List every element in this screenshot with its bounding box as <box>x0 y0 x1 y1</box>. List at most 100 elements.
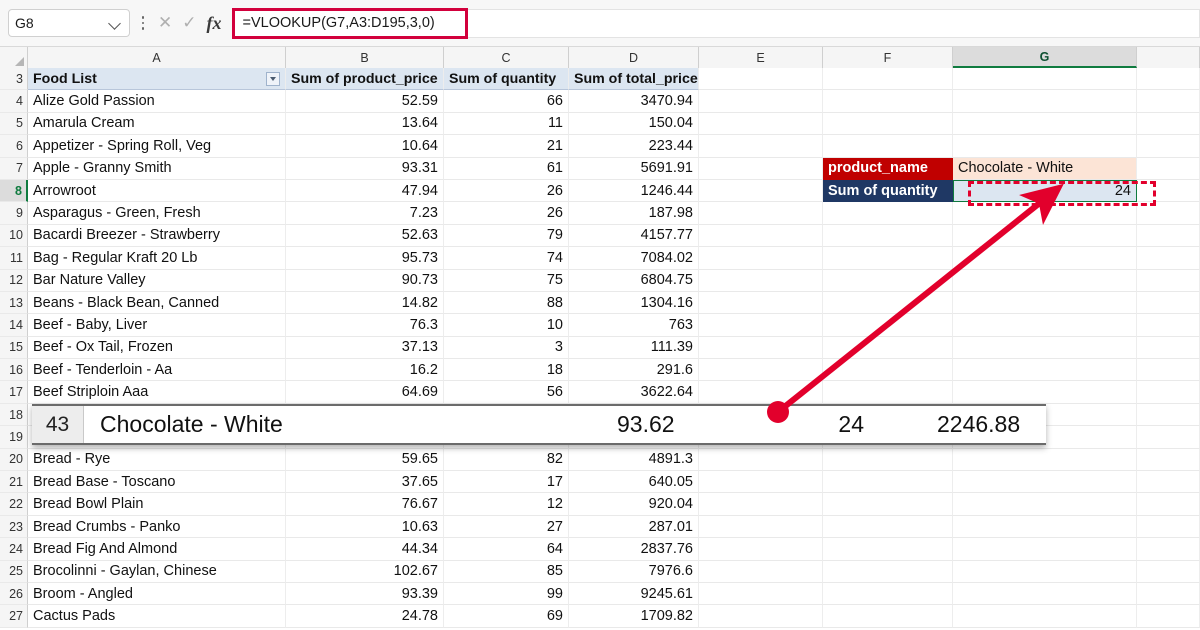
cell-f14[interactable] <box>823 314 953 336</box>
cell-c25[interactable]: 85 <box>444 561 569 583</box>
cell-e4[interactable] <box>699 90 823 112</box>
check-icon[interactable]: ✓ <box>182 13 196 33</box>
cell-h9[interactable] <box>1137 202 1200 224</box>
cell-e15[interactable] <box>699 337 823 359</box>
cell-d4[interactable]: 3470.94 <box>569 90 699 112</box>
cell-a25[interactable]: Brocolinni - Gaylan, Chinese <box>28 561 286 583</box>
row-header-25[interactable]: 25 <box>0 561 28 583</box>
cell-g23[interactable] <box>953 516 1137 538</box>
cell-e9[interactable] <box>699 202 823 224</box>
more-options-icon[interactable] <box>134 9 152 37</box>
cell-f6[interactable] <box>823 135 953 157</box>
cell-b22[interactable]: 76.67 <box>286 493 444 515</box>
cell-c4[interactable]: 66 <box>444 90 569 112</box>
cell-b9[interactable]: 7.23 <box>286 202 444 224</box>
cell-e27[interactable] <box>699 605 823 627</box>
cell-c16[interactable]: 18 <box>444 359 569 381</box>
cell-b27[interactable]: 24.78 <box>286 605 444 627</box>
cell-b6[interactable]: 10.64 <box>286 135 444 157</box>
cell-d27[interactable]: 1709.82 <box>569 605 699 627</box>
cell-f21[interactable] <box>823 471 953 493</box>
column-header-d[interactable]: D <box>569 47 699 68</box>
cell-h8[interactable] <box>1137 180 1200 202</box>
cell-g20[interactable] <box>953 449 1137 471</box>
column-header-a[interactable]: A <box>28 47 286 68</box>
cell-b26[interactable]: 93.39 <box>286 583 444 605</box>
cell-h7[interactable] <box>1137 158 1200 180</box>
cell-d13[interactable]: 1304.16 <box>569 292 699 314</box>
column-header-c[interactable]: C <box>444 47 569 68</box>
cell-c5[interactable]: 11 <box>444 113 569 135</box>
cell-g24[interactable] <box>953 538 1137 560</box>
row-header-6[interactable]: 6 <box>0 135 28 157</box>
cell-e14[interactable] <box>699 314 823 336</box>
cell-g11[interactable] <box>953 247 1137 269</box>
cell-b21[interactable]: 37.65 <box>286 471 444 493</box>
cell-d15[interactable]: 111.39 <box>569 337 699 359</box>
cell-d11[interactable]: 7084.02 <box>569 247 699 269</box>
cell-b5[interactable]: 13.64 <box>286 113 444 135</box>
cell-b14[interactable]: 76.3 <box>286 314 444 336</box>
cell-b4[interactable]: 52.59 <box>286 90 444 112</box>
cell-a24[interactable]: Bread Fig And Almond <box>28 538 286 560</box>
cell-e3[interactable] <box>699 68 823 90</box>
cell-b8[interactable]: 47.94 <box>286 180 444 202</box>
cell-d23[interactable]: 287.01 <box>569 516 699 538</box>
cell-c14[interactable]: 10 <box>444 314 569 336</box>
cell-h6[interactable] <box>1137 135 1200 157</box>
cell-a11[interactable]: Bag - Regular Kraft 20 Lb <box>28 247 286 269</box>
filter-dropdown-icon[interactable] <box>266 72 280 86</box>
cell-c22[interactable]: 12 <box>444 493 569 515</box>
cell-h22[interactable] <box>1137 493 1200 515</box>
cell-h17[interactable] <box>1137 381 1200 403</box>
cell-c23[interactable]: 27 <box>444 516 569 538</box>
cell-a17[interactable]: Beef Striploin Aaa <box>28 381 286 403</box>
cell-d25[interactable]: 7976.6 <box>569 561 699 583</box>
row-header-23[interactable]: 23 <box>0 516 28 538</box>
cell-b16[interactable]: 16.2 <box>286 359 444 381</box>
cell-f4[interactable] <box>823 90 953 112</box>
cell-h14[interactable] <box>1137 314 1200 336</box>
cell-g12[interactable] <box>953 270 1137 292</box>
cell-h10[interactable] <box>1137 225 1200 247</box>
cell-h16[interactable] <box>1137 359 1200 381</box>
cell-c20[interactable]: 82 <box>444 449 569 471</box>
cell-d22[interactable]: 920.04 <box>569 493 699 515</box>
cell-h12[interactable] <box>1137 270 1200 292</box>
cell-e13[interactable] <box>699 292 823 314</box>
row-header-10[interactable]: 10 <box>0 225 28 247</box>
cell-a20[interactable]: Bread - Rye <box>28 449 286 471</box>
row-header-27[interactable]: 27 <box>0 605 28 627</box>
cell-a21[interactable]: Bread Base - Toscano <box>28 471 286 493</box>
cell-c12[interactable]: 75 <box>444 270 569 292</box>
cell-e24[interactable] <box>699 538 823 560</box>
cell-f12[interactable] <box>823 270 953 292</box>
row-header-24[interactable]: 24 <box>0 538 28 560</box>
cell-b20[interactable]: 59.65 <box>286 449 444 471</box>
cell-h18[interactable] <box>1137 404 1200 426</box>
cell-d8[interactable]: 1246.44 <box>569 180 699 202</box>
cell-d24[interactable]: 2837.76 <box>569 538 699 560</box>
cell-a5[interactable]: Amarula Cream <box>28 113 286 135</box>
cell-c8[interactable]: 26 <box>444 180 569 202</box>
cell-d14[interactable]: 763 <box>569 314 699 336</box>
cell-h21[interactable] <box>1137 471 1200 493</box>
cell-e17[interactable] <box>699 381 823 403</box>
cell-c26[interactable]: 99 <box>444 583 569 605</box>
cell-e5[interactable] <box>699 113 823 135</box>
cell-b12[interactable]: 90.73 <box>286 270 444 292</box>
cell-f10[interactable] <box>823 225 953 247</box>
cell-f22[interactable] <box>823 493 953 515</box>
cell-e22[interactable] <box>699 493 823 515</box>
cell-a15[interactable]: Beef - Ox Tail, Frozen <box>28 337 286 359</box>
cell-c13[interactable]: 88 <box>444 292 569 314</box>
cell-h3[interactable] <box>1137 68 1200 90</box>
cell-g22[interactable] <box>953 493 1137 515</box>
cell-f11[interactable] <box>823 247 953 269</box>
cell-e21[interactable] <box>699 471 823 493</box>
cell-g21[interactable] <box>953 471 1137 493</box>
row-header-17[interactable]: 17 <box>0 381 28 403</box>
cell-f15[interactable] <box>823 337 953 359</box>
row-header-5[interactable]: 5 <box>0 113 28 135</box>
cell-b7[interactable]: 93.31 <box>286 158 444 180</box>
